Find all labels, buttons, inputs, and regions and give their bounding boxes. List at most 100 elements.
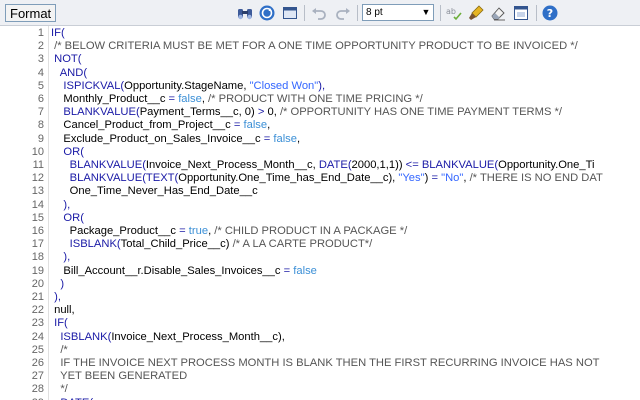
code-token: /* BELOW CRITERIA MUST BE MET FOR A ONE … bbox=[51, 40, 578, 53]
svg-text:ab: ab bbox=[446, 7, 456, 16]
code-token: Monthly_Product__c bbox=[51, 93, 169, 105]
code-token: One_Time_Never_Has_End_Date__c bbox=[51, 185, 258, 198]
code-token: = bbox=[179, 225, 189, 237]
code-line[interactable]: ), bbox=[51, 199, 70, 212]
code-line[interactable]: OR( bbox=[51, 212, 84, 225]
code-token: <= bbox=[405, 159, 422, 171]
code-line[interactable]: IF( bbox=[51, 317, 68, 330]
code-line[interactable]: BLANKVALUE(Payment_Terms__c, 0) > 0, /* … bbox=[51, 106, 562, 119]
line-number: 5 bbox=[37, 79, 44, 92]
code-token: BLANKVALUE( bbox=[51, 159, 146, 171]
code-token: = bbox=[431, 172, 442, 185]
code-token: false bbox=[243, 119, 268, 132]
code-token: = bbox=[283, 264, 294, 277]
toolbar-separator bbox=[440, 5, 441, 21]
code-line[interactable]: IF THE INVOICE NEXT PROCESS MONTH IS BLA… bbox=[51, 357, 599, 370]
toolbar-separator bbox=[304, 5, 305, 21]
code-line[interactable]: */ bbox=[51, 383, 68, 396]
code-token: Exclude_Product_on_Sales_Invoice__c bbox=[51, 132, 264, 145]
code-token: AND( bbox=[51, 66, 88, 79]
code-line[interactable]: /* bbox=[51, 344, 67, 357]
code-line[interactable]: Cancel_Product_from_Project__c = false, bbox=[51, 119, 270, 132]
code-line[interactable]: Exclude_Product_on_Sales_Invoice__c = fa… bbox=[51, 133, 300, 146]
eraser-icon[interactable] bbox=[489, 4, 507, 22]
line-number: 16 bbox=[31, 225, 44, 237]
code-token: YET BEEN GENERATED bbox=[51, 370, 188, 383]
code-token: DATE( bbox=[318, 159, 352, 171]
code-line[interactable]: BLANKVALUE(Invoice_Next_Process_Month__c… bbox=[51, 159, 595, 172]
line-number: 21 bbox=[31, 291, 44, 303]
code-line[interactable]: /* BELOW CRITERIA MUST BE MET FOR A ONE … bbox=[51, 40, 578, 53]
line-number: 14 bbox=[31, 198, 44, 211]
format-button[interactable]: Format bbox=[5, 4, 57, 22]
line-number-gutter: 1 2 3 4 5 6 7 8 9 10 11 12 13 14 15 16 17 18 19 20 21 22 23 24 2… bbox=[0, 26, 46, 400]
code-line[interactable]: OR( bbox=[51, 146, 84, 159]
formula-editor[interactable]: 1 2 3 4 5 6 7 8 9 10 11 12 13 14 15 16 17 18 19 20 21 22 23 24 2… bbox=[0, 26, 640, 400]
line-number: 25 bbox=[31, 343, 44, 356]
undo-icon[interactable] bbox=[310, 4, 328, 22]
code-line[interactable]: BLANKVALUE(TEXT(Opportunity.One_Time_has… bbox=[51, 172, 603, 185]
chevron-down-icon: ▼ bbox=[419, 5, 433, 20]
code-line[interactable]: Package_Product__c = true, /* CHILD PROD… bbox=[51, 225, 408, 238]
code-token: 2000,1,1)) bbox=[351, 159, 406, 171]
help-icon[interactable]: ? bbox=[541, 4, 559, 22]
code-line[interactable]: Monthly_Product__c = false, /* PRODUCT W… bbox=[51, 93, 422, 106]
code-token: , bbox=[267, 119, 271, 132]
svg-text:?: ? bbox=[547, 7, 553, 20]
code-token: Bill_Account__r.Disable_Sales_Invoices__… bbox=[51, 264, 284, 277]
line-number: 10 bbox=[31, 145, 44, 158]
line-number: 2 bbox=[37, 40, 44, 53]
code-line[interactable]: AND( bbox=[51, 67, 87, 80]
code-token: OR( bbox=[51, 145, 84, 158]
code-token: ), bbox=[51, 251, 71, 264]
code-line[interactable]: null, bbox=[51, 304, 75, 317]
line-number: 26 bbox=[31, 357, 44, 369]
code-line[interactable]: IF( bbox=[51, 27, 65, 40]
font-size-select[interactable]: 8 pt ▼ bbox=[362, 4, 434, 21]
line-number: 22 bbox=[31, 304, 44, 317]
format-brush-icon[interactable] bbox=[467, 4, 485, 22]
font-size-value: 8 pt bbox=[366, 7, 383, 18]
code-token: null, bbox=[51, 304, 75, 317]
code-line[interactable]: ISBLANK(Total_Child_Price__c) /* A LA CA… bbox=[51, 238, 373, 251]
code-line[interactable]: ISPICKVAL(Opportunity.StageName, "Closed… bbox=[51, 80, 325, 93]
code-token: = bbox=[263, 132, 274, 145]
code-token: /* OPPORTUNITY HAS ONE TIME PAYMENT TERM… bbox=[279, 106, 562, 119]
code-token: Invoice_Next_Process_Month__c, bbox=[145, 159, 319, 171]
redo-icon[interactable] bbox=[334, 4, 352, 22]
line-number: 4 bbox=[37, 66, 44, 79]
code-token: */ bbox=[51, 383, 68, 396]
line-number: 11 bbox=[32, 159, 44, 171]
code-token: Opportunity.One_Time_has_End_Date__c), bbox=[178, 172, 399, 185]
code-token: NOT( bbox=[51, 53, 82, 66]
code-line[interactable]: YET BEEN GENERATED bbox=[51, 370, 187, 383]
code-token: true bbox=[188, 225, 209, 237]
line-number: 15 bbox=[31, 211, 44, 224]
refresh-icon[interactable] bbox=[258, 4, 276, 22]
code-token: ISBLANK( bbox=[51, 238, 121, 251]
code-token: "Yes" bbox=[398, 172, 425, 185]
code-token: BLANKVALUE( bbox=[421, 159, 499, 171]
code-token: "No" bbox=[441, 172, 464, 185]
line-number: 9 bbox=[37, 132, 44, 145]
code-line[interactable]: NOT( bbox=[51, 53, 81, 66]
maximize-icon[interactable] bbox=[281, 4, 299, 22]
code-line[interactable]: One_Time_Never_Has_End_Date__c bbox=[51, 185, 258, 198]
code-line[interactable]: ) bbox=[51, 278, 64, 291]
line-number: 23 bbox=[31, 317, 44, 330]
fullscreen-icon[interactable] bbox=[512, 4, 530, 22]
code-line[interactable]: ), bbox=[51, 251, 70, 264]
code-line[interactable]: ), bbox=[51, 291, 61, 304]
spellcheck-icon[interactable]: ab bbox=[445, 4, 463, 22]
line-number: 29 bbox=[0, 397, 44, 400]
line-number: 28 bbox=[31, 383, 44, 396]
binoculars-icon[interactable] bbox=[236, 4, 254, 22]
code-token: ISBLANK( bbox=[51, 330, 112, 343]
code-line[interactable]: DATE( bbox=[51, 397, 93, 400]
line-number: 13 bbox=[31, 185, 44, 198]
code-token: ) bbox=[51, 277, 65, 290]
code-line[interactable]: Bill_Account__r.Disable_Sales_Invoices__… bbox=[51, 264, 316, 278]
code-token: ISPICKVAL( bbox=[51, 79, 125, 92]
toolbar-separator bbox=[357, 5, 358, 21]
code-line[interactable]: ISBLANK(Invoice_Next_Process_Month__c), bbox=[51, 331, 285, 344]
